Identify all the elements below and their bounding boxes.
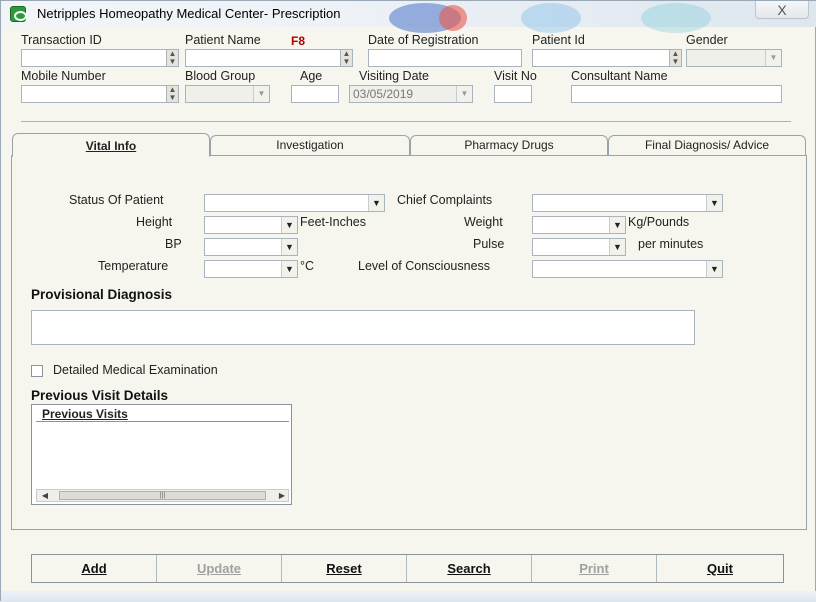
update-button-label: Update bbox=[196, 561, 242, 576]
tab-label: Vital Info bbox=[85, 139, 137, 153]
weight-label: Weight bbox=[464, 215, 503, 229]
add-button[interactable]: Add bbox=[32, 555, 157, 582]
patient-name-spinner[interactable]: ▲ ▼ bbox=[340, 50, 352, 66]
visiting-date-dropdown-icon[interactable]: ▼ bbox=[456, 86, 472, 102]
close-icon: X bbox=[777, 2, 787, 18]
reset-button-label: Reset bbox=[326, 561, 362, 576]
visit-no-label: Visit No bbox=[494, 69, 537, 83]
date-of-registration-label: Date of Registration bbox=[368, 33, 479, 47]
age-input[interactable] bbox=[291, 85, 339, 103]
print-button-label: Print bbox=[579, 561, 609, 576]
update-button[interactable]: Update bbox=[157, 555, 282, 582]
temperature-dropdown-icon[interactable]: ▼ bbox=[281, 261, 297, 277]
detailed-exam-label: Detailed Medical Examination bbox=[53, 363, 218, 377]
consultant-name-input[interactable] bbox=[571, 85, 782, 103]
mobile-number-spinner[interactable]: ▲ ▼ bbox=[166, 86, 178, 102]
previous-visit-title: Previous Visit Details bbox=[31, 388, 169, 403]
print-button[interactable]: Print bbox=[532, 555, 657, 582]
transaction-id-label: Transaction ID bbox=[21, 33, 102, 47]
window-bottom-edge bbox=[1, 591, 816, 602]
blood-group-label: Blood Group bbox=[185, 69, 256, 83]
tab-vital-info[interactable]: Vital Info bbox=[12, 133, 210, 157]
visiting-date-label: Visiting Date bbox=[359, 69, 429, 83]
transaction-id-spinner[interactable]: ▲ ▼ bbox=[166, 50, 178, 66]
patient-name-f8-hint: F8 bbox=[291, 34, 306, 48]
quit-button[interactable]: Quit bbox=[657, 555, 783, 582]
pulse-unit: per minutes bbox=[638, 237, 704, 251]
previous-visits-grid[interactable]: Previous Visits ◀ ||| ▶ bbox=[31, 404, 292, 505]
add-button-label: Add bbox=[81, 561, 107, 576]
blood-group-dropdown-icon[interactable]: ▼ bbox=[253, 86, 269, 102]
weight-unit: Kg/Pounds bbox=[628, 215, 690, 229]
status-of-patient-dropdown-icon[interactable]: ▼ bbox=[368, 195, 384, 211]
level-of-consciousness-dropdown-icon[interactable]: ▼ bbox=[706, 261, 722, 277]
age-label: Age bbox=[300, 69, 323, 83]
tab-label: Investigation bbox=[276, 138, 344, 152]
chief-complaints-label: Chief Complaints bbox=[397, 193, 493, 207]
bp-dropdown-icon[interactable]: ▼ bbox=[281, 239, 297, 255]
tab-label: Final Diagnosis/ Advice bbox=[644, 138, 770, 152]
visit-no-input[interactable] bbox=[494, 85, 532, 103]
detailed-exam-checkbox[interactable] bbox=[31, 365, 43, 377]
scroll-right-icon[interactable]: ▶ bbox=[276, 490, 288, 501]
patient-id-label: Patient Id bbox=[532, 33, 585, 47]
height-label: Height bbox=[136, 215, 173, 229]
chief-complaints-select[interactable] bbox=[532, 194, 723, 212]
height-unit: Feet-Inches bbox=[300, 215, 367, 229]
tab-pharmacy-drugs[interactable]: Pharmacy Drugs bbox=[410, 135, 608, 155]
tab-final-diagnosis[interactable]: Final Diagnosis/ Advice bbox=[608, 135, 806, 155]
search-button-label: Search bbox=[447, 561, 491, 576]
action-button-bar: Add Update Reset Search Print Quit bbox=[31, 554, 784, 583]
app-icon bbox=[10, 6, 27, 22]
visiting-date-input[interactable]: 03/05/2019 bbox=[349, 85, 473, 103]
scroll-left-icon[interactable]: ◀ bbox=[39, 490, 51, 501]
search-button[interactable]: Search bbox=[407, 555, 532, 582]
horizontal-scrollbar[interactable]: ◀ ||| ▶ bbox=[36, 489, 289, 502]
scrollbar-thumb[interactable]: ||| bbox=[59, 491, 266, 500]
window-title: Netripples Homeopathy Medical Center- Pr… bbox=[37, 6, 341, 21]
prescription-window: Netripples Homeopathy Medical Center- Pr… bbox=[0, 0, 816, 602]
previous-visits-column-header[interactable]: Previous Visits bbox=[36, 407, 289, 422]
chief-complaints-dropdown-icon[interactable]: ▼ bbox=[706, 195, 722, 211]
status-of-patient-select[interactable] bbox=[204, 194, 385, 212]
transaction-id-input[interactable] bbox=[21, 49, 179, 67]
patient-id-spinner[interactable]: ▲ ▼ bbox=[669, 50, 681, 66]
consultant-name-label: Consultant Name bbox=[571, 69, 668, 83]
temperature-label: Temperature bbox=[98, 259, 169, 273]
temperature-unit: °C bbox=[300, 259, 315, 273]
level-of-consciousness-select[interactable] bbox=[532, 260, 723, 278]
tab-label: Pharmacy Drugs bbox=[464, 138, 554, 152]
bp-label: BP bbox=[165, 237, 182, 251]
gender-dropdown-icon[interactable]: ▼ bbox=[765, 50, 781, 66]
status-of-patient-label: Status Of Patient bbox=[69, 193, 164, 207]
header-divider bbox=[21, 121, 791, 122]
quit-button-label: Quit bbox=[707, 561, 733, 576]
gender-label: Gender bbox=[686, 33, 728, 47]
pulse-label: Pulse bbox=[473, 237, 505, 251]
provisional-diagnosis-title: Provisional Diagnosis bbox=[31, 287, 173, 302]
date-of-registration-input[interactable] bbox=[368, 49, 522, 67]
provisional-diagnosis-textarea[interactable] bbox=[31, 310, 695, 345]
tab-investigation[interactable]: Investigation bbox=[210, 135, 410, 155]
mobile-number-label: Mobile Number bbox=[21, 69, 106, 83]
weight-dropdown-icon[interactable]: ▼ bbox=[609, 217, 625, 233]
height-dropdown-icon[interactable]: ▼ bbox=[281, 217, 297, 233]
pulse-dropdown-icon[interactable]: ▼ bbox=[609, 239, 625, 255]
mobile-number-input[interactable] bbox=[21, 85, 179, 103]
level-of-consciousness-label: Level of Consciousness bbox=[358, 259, 491, 273]
close-button[interactable]: X bbox=[755, 1, 809, 19]
reset-button[interactable]: Reset bbox=[282, 555, 407, 582]
patient-name-label: Patient Name bbox=[185, 33, 261, 47]
title-bar[interactable]: Netripples Homeopathy Medical Center- Pr… bbox=[1, 1, 816, 33]
patient-name-input[interactable] bbox=[185, 49, 353, 67]
patient-id-input[interactable] bbox=[532, 49, 682, 67]
